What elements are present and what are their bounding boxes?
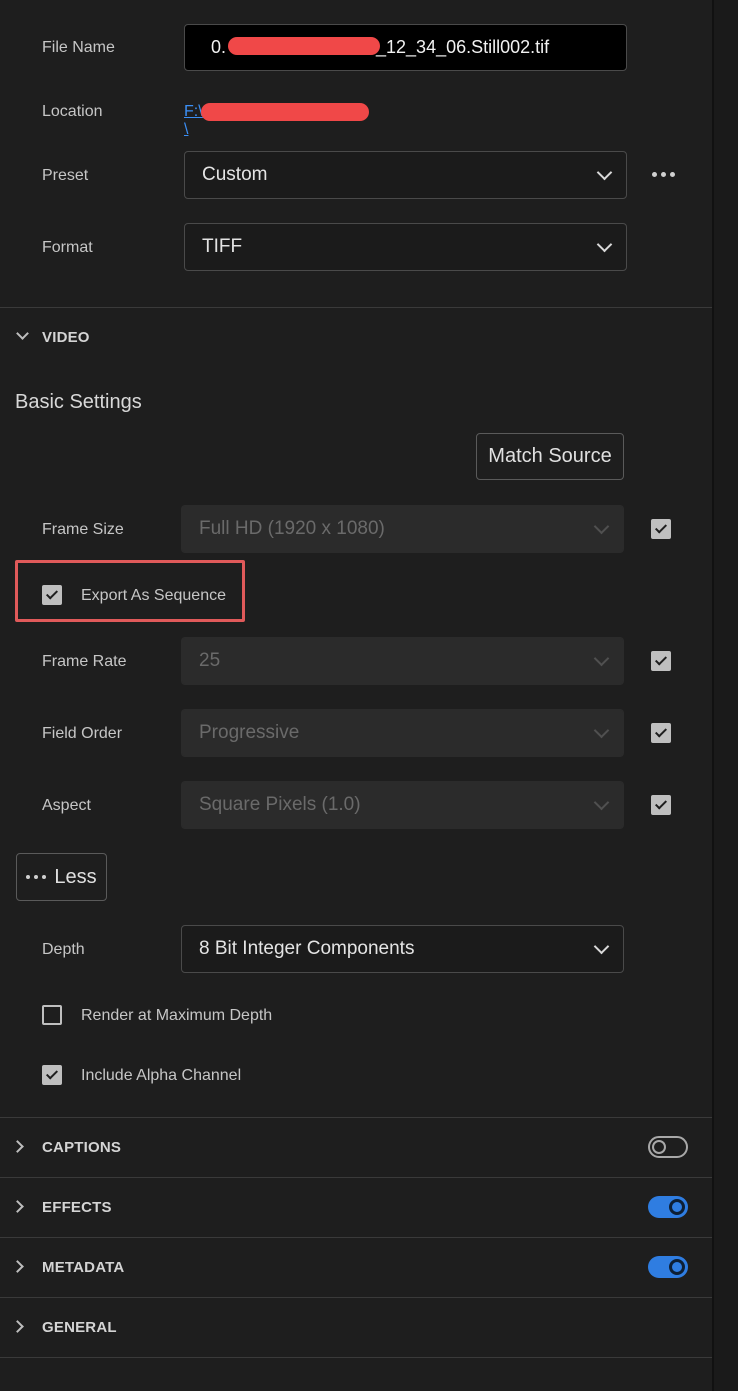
section-divider [0,1357,712,1358]
section-divider [0,307,712,308]
include-alpha-label: Include Alpha Channel [81,1067,242,1084]
chevron-down-icon [593,650,610,667]
format-label: Format [42,239,93,256]
frame-size-label: Frame Size [42,521,124,538]
field-order-label: Field Order [42,725,123,742]
aspect-label: Aspect [42,797,91,814]
frame-rate-match-checkbox[interactable] [651,651,671,671]
redaction-mark [201,103,369,121]
chevron-down-icon [596,236,613,253]
more-options-icon[interactable] [652,172,675,177]
effects-toggle[interactable] [648,1196,688,1218]
depth-value: 8 Bit Integer Components [199,938,415,959]
aspect-value: Square Pixels (1.0) [199,794,361,815]
frame-rate-label: Frame Rate [42,653,127,670]
section-divider [0,1237,712,1238]
depth-label: Depth [42,941,85,958]
file-name-suffix: _12_34_06.Still002.tif [376,37,550,57]
file-name-prefix: 0. [211,37,227,57]
include-alpha-checkbox[interactable] [42,1065,62,1085]
chevron-down-icon [593,938,610,955]
location-link[interactable]: F:\ \ [184,103,374,139]
chevron-down-icon [596,164,613,181]
file-name-label: File Name [42,39,115,56]
render-max-depth-checkbox[interactable] [42,1005,62,1025]
file-name-input[interactable]: 0. _12_34_06.Still002.tif [184,24,627,71]
section-divider [0,1117,712,1118]
section-divider [0,1177,712,1178]
frame-rate-dropdown: 25 [181,637,624,685]
export-settings-panel: File Name 0. _12_34_06.Still002.tif Loca… [0,0,712,1391]
field-order-match-checkbox[interactable] [651,723,671,743]
general-section-title[interactable]: GENERAL [42,1319,117,1336]
depth-dropdown[interactable]: 8 Bit Integer Components [181,925,624,973]
chevron-right-icon[interactable] [11,1260,24,1273]
metadata-toggle[interactable] [648,1256,688,1278]
less-button-label: Less [54,865,97,888]
less-button[interactable]: Less [16,853,107,901]
format-value: TIFF [202,236,243,257]
chevron-down-icon [593,518,610,535]
chevron-right-icon[interactable] [11,1320,24,1333]
preset-dropdown[interactable]: Custom [184,151,627,199]
effects-section-title[interactable]: EFFECTS [42,1199,112,1216]
section-divider [0,1297,712,1298]
captions-toggle[interactable] [648,1136,688,1158]
chevron-right-icon[interactable] [11,1200,24,1213]
frame-size-match-checkbox[interactable] [651,519,671,539]
chevron-right-icon[interactable] [11,1140,24,1153]
field-order-dropdown: Progressive [181,709,624,757]
metadata-section-title[interactable]: METADATA [42,1259,124,1276]
preset-label: Preset [42,167,89,184]
video-section-title[interactable]: VIDEO [42,329,90,346]
field-order-value: Progressive [199,722,300,743]
format-dropdown[interactable]: TIFF [184,223,627,271]
export-as-sequence-label: Export As Sequence [81,587,226,604]
chevron-down-icon [593,794,610,811]
scrollbar[interactable] [712,0,738,1391]
location-prefix: F:\ [184,103,203,120]
frame-size-value: Full HD (1920 x 1080) [199,518,385,539]
chevron-down-icon[interactable] [16,327,29,340]
basic-settings-heading: Basic Settings [15,391,142,413]
export-as-sequence-checkbox[interactable] [42,585,62,605]
aspect-dropdown: Square Pixels (1.0) [181,781,624,829]
captions-section-title[interactable]: CAPTIONS [42,1139,121,1156]
location-suffix: \ [184,121,189,138]
redaction-mark [228,37,380,55]
aspect-match-checkbox[interactable] [651,795,671,815]
frame-size-dropdown: Full HD (1920 x 1080) [181,505,624,553]
preset-value: Custom [202,164,268,185]
more-options-icon [26,875,47,879]
chevron-down-icon [593,722,610,739]
frame-rate-value: 25 [199,650,221,671]
location-label: Location [42,103,103,120]
render-max-depth-label: Render at Maximum Depth [81,1007,273,1024]
match-source-button[interactable]: Match Source [476,433,624,480]
